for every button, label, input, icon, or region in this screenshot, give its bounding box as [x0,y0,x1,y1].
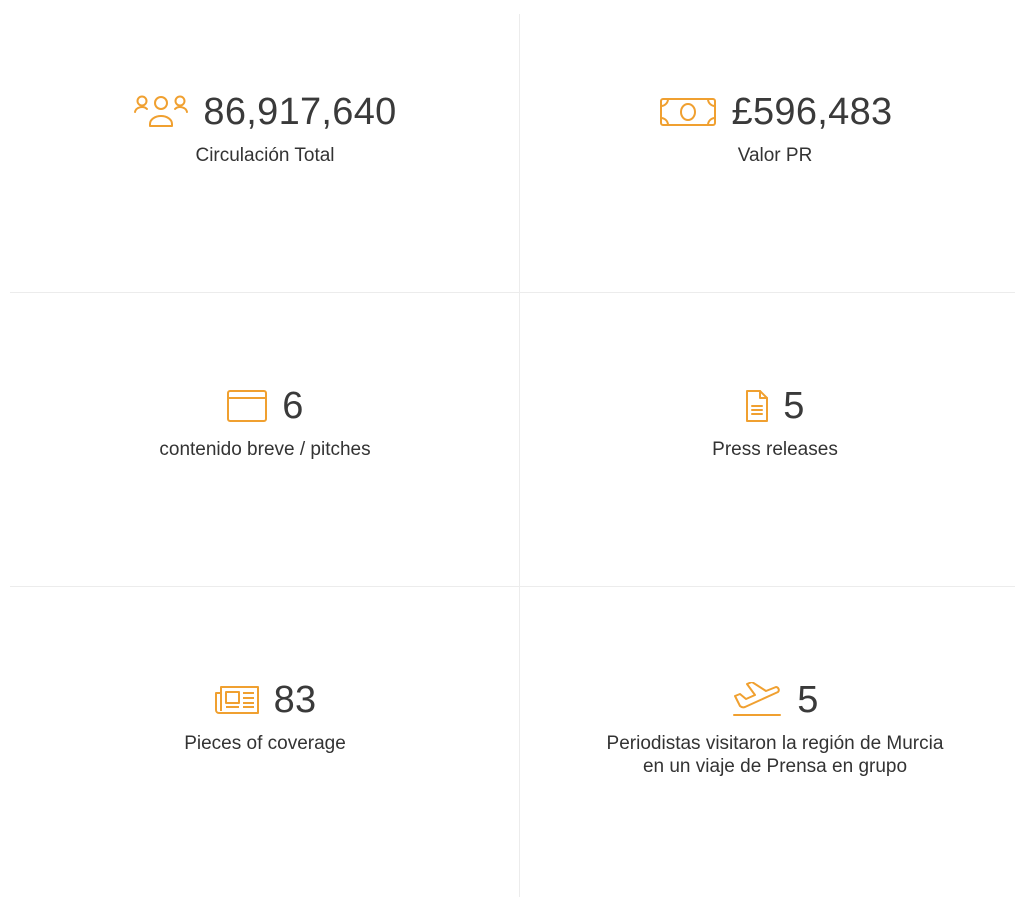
stat-label: Circulación Total [195,145,335,166]
stat-press-releases: 5 Press releases [525,382,1015,461]
plane-takeoff-icon [731,682,783,718]
stat-label: contenido breve / pitches [159,439,371,460]
stat-label: Valor PR [737,145,813,166]
stat-value: 83 [273,679,317,721]
stat-value: 5 [783,385,805,427]
stat-pr-value: £596,483 Valor PR [525,88,1015,167]
stat-label: Periodistas visitaron la región de Murci… [525,732,1015,778]
money-icon [658,95,718,129]
stat-value: 6 [282,385,304,427]
users-icon [133,94,189,130]
row-divider-2 [10,586,1015,587]
document-icon [745,389,769,423]
stat-label-line-1: Periodistas visitaron la región de Murci… [606,733,944,754]
column-divider [519,14,520,897]
stat-label-line-2: en un viaje de Prensa en grupo [642,756,908,777]
stat-value: £596,483 [731,91,893,133]
browser-window-icon [226,389,268,423]
newspaper-icon [214,685,260,715]
stat-press-trip: 5 Periodistas visitaron la región de Mur… [525,676,1015,778]
stat-coverage: 83 Pieces of coverage [15,676,515,755]
stat-value: 5 [797,679,819,721]
stat-label: Press releases [712,439,838,460]
row-divider-1 [10,292,1015,293]
stat-label: Pieces of coverage [184,733,346,754]
stat-value: 86,917,640 [203,91,397,133]
stat-short-content: 6 contenido breve / pitches [15,382,515,461]
stat-total-circulation: 86,917,640 Circulación Total [15,88,515,167]
